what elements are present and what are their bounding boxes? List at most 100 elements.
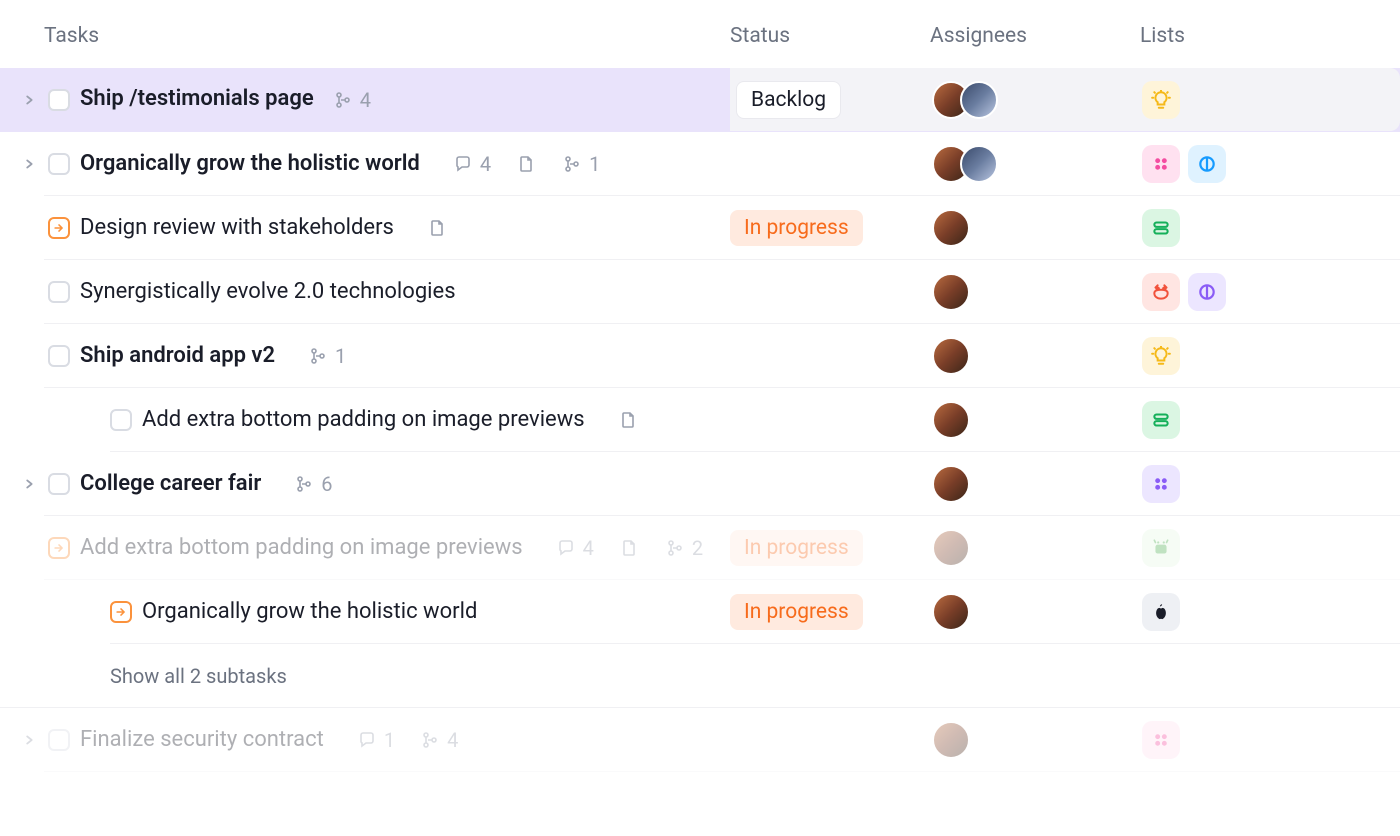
status-arrow-checkbox[interactable] xyxy=(48,537,70,559)
lists[interactable] xyxy=(1140,81,1180,119)
lists[interactable] xyxy=(1140,337,1400,375)
task-cell[interactable]: Ship /testimonials page 4 xyxy=(0,71,730,128)
avatar[interactable] xyxy=(932,465,970,503)
complete-checkbox[interactable] xyxy=(48,153,70,175)
task-cell[interactable]: Organically grow the holistic world 41 xyxy=(0,136,730,193)
comment-meta: 4 xyxy=(555,536,594,560)
doc-icon xyxy=(515,153,537,175)
task-cell[interactable]: Synergistically evolve 2.0 technologies xyxy=(0,264,730,321)
assignees[interactable] xyxy=(930,721,1140,759)
assignees[interactable] xyxy=(930,273,1140,311)
assignees[interactable] xyxy=(930,465,1140,503)
list-icon-grid[interactable] xyxy=(1142,721,1180,759)
branch-icon xyxy=(293,473,315,495)
avatar[interactable] xyxy=(932,721,970,759)
task-title: Organically grow the holistic world xyxy=(142,598,477,627)
status-badge[interactable]: In progress xyxy=(730,594,863,630)
task-title: Add extra bottom padding on image previe… xyxy=(80,534,523,563)
avatar[interactable] xyxy=(960,145,998,183)
assignees[interactable] xyxy=(930,81,988,119)
status-badge[interactable]: In progress xyxy=(730,530,863,566)
list-icon-grid[interactable] xyxy=(1142,465,1180,503)
lists[interactable] xyxy=(1140,209,1400,247)
task-row[interactable]: Ship android app v2 1 xyxy=(0,324,1400,388)
task-row[interactable]: Ship /testimonials page 4 Backlog xyxy=(0,68,1400,132)
task-row[interactable]: Add extra bottom padding on image previe… xyxy=(0,388,1400,452)
assignees[interactable] xyxy=(930,593,1140,631)
complete-checkbox[interactable] xyxy=(48,281,70,303)
lists[interactable] xyxy=(1140,721,1400,759)
task-title: College career fair xyxy=(80,470,261,499)
task-list: Ship /testimonials page 4 Backlog Organi… xyxy=(0,68,1400,772)
list-icon-circle[interactable] xyxy=(1188,273,1226,311)
complete-checkbox[interactable] xyxy=(48,729,70,751)
list-icon-grid[interactable] xyxy=(1142,145,1180,183)
assignees[interactable] xyxy=(930,529,1140,567)
lists[interactable] xyxy=(1140,401,1400,439)
assignees[interactable] xyxy=(930,209,1140,247)
avatar[interactable] xyxy=(932,401,970,439)
lists[interactable] xyxy=(1140,465,1400,503)
avatar[interactable] xyxy=(932,529,970,567)
complete-checkbox[interactable] xyxy=(48,345,70,367)
show-subtasks-row[interactable]: Show all 2 subtasks xyxy=(0,644,1400,708)
doc-meta xyxy=(617,409,639,431)
task-cell[interactable]: Organically grow the holistic world xyxy=(0,584,730,641)
task-cell[interactable]: Add extra bottom padding on image previe… xyxy=(0,392,730,449)
lists[interactable] xyxy=(1140,593,1400,631)
comment-icon xyxy=(356,729,378,751)
task-row[interactable]: Finalize security contract 14 xyxy=(0,708,1400,772)
lists[interactable] xyxy=(1140,273,1400,311)
status-arrow-checkbox[interactable] xyxy=(48,217,70,239)
task-row[interactable]: Synergistically evolve 2.0 technologies xyxy=(0,260,1400,324)
list-icon-stack[interactable] xyxy=(1142,209,1180,247)
status-badge[interactable]: Backlog xyxy=(736,81,841,119)
avatar[interactable] xyxy=(932,209,970,247)
task-cell[interactable]: Add extra bottom padding on image previe… xyxy=(0,520,730,577)
task-row[interactable]: Organically grow the holistic world In p… xyxy=(0,580,1400,644)
task-cell[interactable]: Ship android app v2 1 xyxy=(0,328,730,385)
doc-meta xyxy=(426,217,448,239)
expand-toggle[interactable] xyxy=(20,91,38,109)
complete-checkbox[interactable] xyxy=(110,409,132,431)
task-cell[interactable]: Finalize security contract 14 xyxy=(0,712,730,769)
doc-meta xyxy=(618,537,640,559)
status-badge[interactable]: In progress xyxy=(730,210,863,246)
task-cell[interactable]: College career fair 6 xyxy=(0,456,730,513)
expand-toggle[interactable] xyxy=(20,475,38,493)
comment-icon xyxy=(452,153,474,175)
branch-meta: 6 xyxy=(293,472,332,496)
status-arrow-checkbox[interactable] xyxy=(110,601,132,623)
task-row[interactable]: Add extra bottom padding on image previe… xyxy=(0,516,1400,580)
complete-checkbox[interactable] xyxy=(48,89,70,111)
avatar[interactable] xyxy=(960,81,998,119)
expand-toggle[interactable] xyxy=(20,155,38,173)
list-icon-bulb[interactable] xyxy=(1142,337,1180,375)
doc-meta xyxy=(515,153,537,175)
assignees[interactable] xyxy=(930,145,1140,183)
lists[interactable] xyxy=(1140,145,1400,183)
avatar[interactable] xyxy=(932,593,970,631)
list-icon-bulb[interactable] xyxy=(1142,81,1180,119)
lists[interactable] xyxy=(1140,529,1400,567)
comment-meta: 4 xyxy=(452,152,491,176)
expand-toggle[interactable] xyxy=(20,731,38,749)
task-row[interactable]: Organically grow the holistic world 41 xyxy=(0,132,1400,196)
list-icon-stack[interactable] xyxy=(1142,401,1180,439)
branch-meta: 4 xyxy=(419,728,458,752)
list-icon-android[interactable] xyxy=(1142,529,1180,567)
show-subtasks-label[interactable]: Show all 2 subtasks xyxy=(0,664,287,688)
assignees[interactable] xyxy=(930,337,1140,375)
avatar[interactable] xyxy=(932,337,970,375)
avatar[interactable] xyxy=(932,273,970,311)
list-icon-apple[interactable] xyxy=(1142,593,1180,631)
task-cell[interactable]: Design review with stakeholders xyxy=(0,200,730,257)
list-icon-circle[interactable] xyxy=(1188,145,1226,183)
list-icon-bug[interactable] xyxy=(1142,273,1180,311)
assignees[interactable] xyxy=(930,401,1140,439)
complete-checkbox[interactable] xyxy=(48,473,70,495)
task-row[interactable]: Design review with stakeholders In progr… xyxy=(0,196,1400,260)
task-title: Organically grow the holistic world xyxy=(80,150,420,179)
doc-icon xyxy=(426,217,448,239)
task-row[interactable]: College career fair 6 xyxy=(0,452,1400,516)
